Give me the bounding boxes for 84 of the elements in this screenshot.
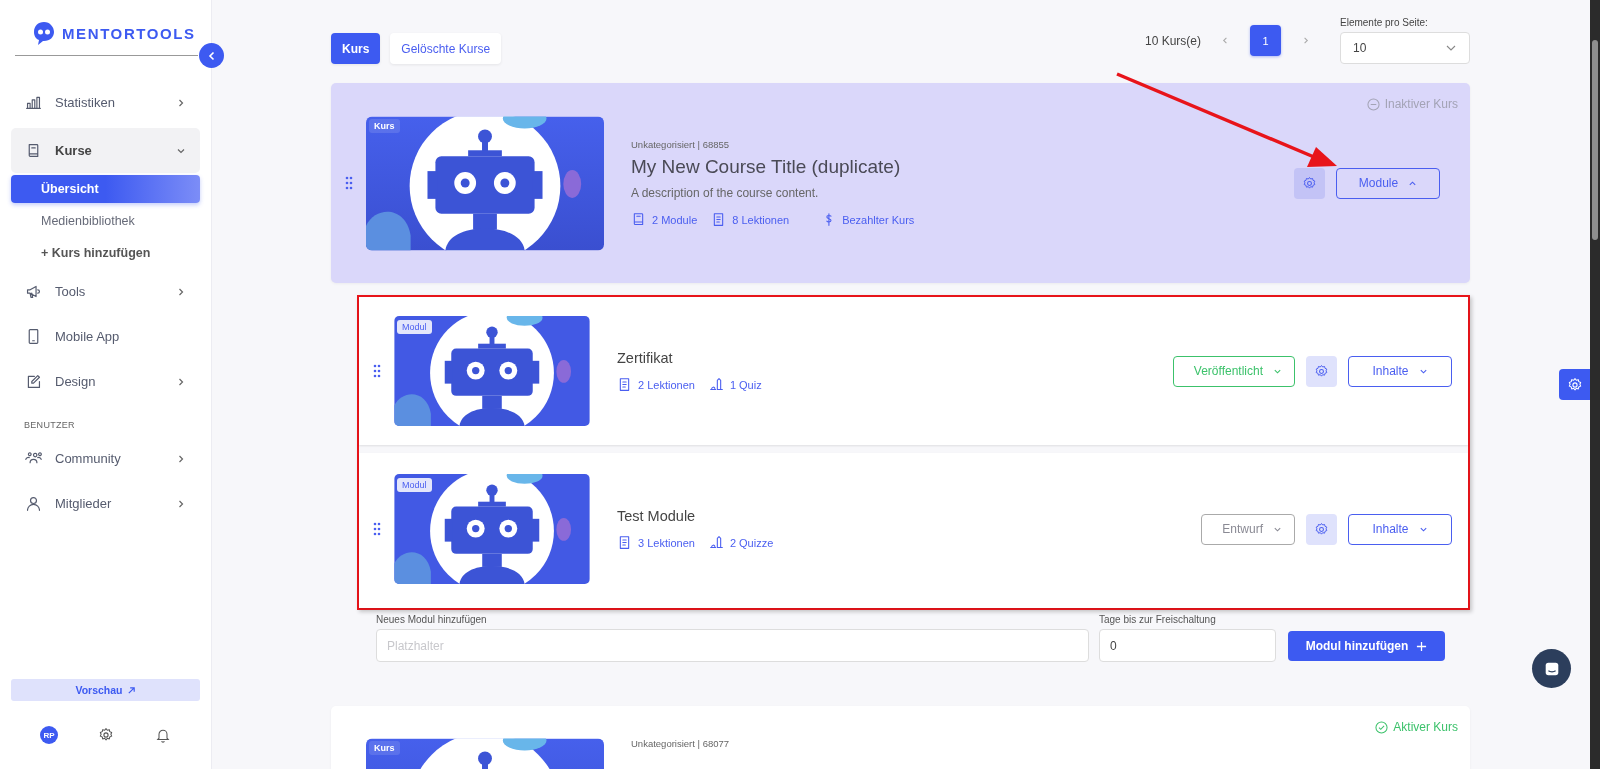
settings-icon: [1566, 376, 1583, 393]
drag-handle-icon[interactable]: [345, 176, 353, 190]
chevron-icon: [176, 498, 186, 509]
per-page-label: Elemente pro Seite:: [1340, 17, 1429, 28]
module-title: Test Module: [617, 508, 697, 524]
nav-icon: [25, 283, 42, 300]
per-page-select[interactable]: 10: [1340, 32, 1470, 64]
course-meta: Unkategorisiert | 68855: [631, 139, 731, 150]
unlock-days-field[interactable]: 0: [1099, 629, 1276, 662]
stat-icon: [708, 377, 724, 392]
stat-label: 1 Quiz: [729, 378, 762, 391]
nav-item[interactable]: Community: [11, 436, 200, 481]
nav-item[interactable]: Kurse: [11, 128, 200, 173]
nav-item[interactable]: Tools: [11, 269, 200, 314]
module-title: Zertifikat: [617, 350, 674, 366]
stat-icon: [617, 377, 632, 392]
chevron-icon: [176, 286, 186, 297]
drag-handle-icon[interactable]: [373, 364, 381, 378]
chevron-left-icon: [206, 50, 217, 61]
course-meta: Unkategorisiert | 68077: [631, 738, 731, 749]
submenu-item[interactable]: + Kurs hinzufügen: [11, 239, 200, 267]
chevron-icon: [1408, 178, 1418, 188]
tab[interactable]: Kurs: [331, 33, 381, 64]
settings-icon: [1314, 521, 1329, 537]
chat-button[interactable]: [1532, 649, 1571, 688]
nav-icon: [25, 373, 42, 390]
contents-dropdown-button[interactable]: Inhalte: [1348, 355, 1452, 387]
course-count: 10 Kurs(e): [1144, 33, 1201, 48]
settings-button[interactable]: [1559, 369, 1590, 400]
stat-label: 3 Lektionen: [638, 536, 695, 549]
plus-icon: [1416, 640, 1428, 652]
stat-icon: [708, 535, 724, 550]
chevron-icon: [176, 453, 186, 464]
settings-button[interactable]: [1294, 167, 1325, 199]
nav-icon: [25, 94, 42, 111]
thumbnail-badge: Kurs: [369, 118, 400, 133]
collapse-sidebar-button[interactable]: [199, 43, 224, 68]
status-icon: [1366, 97, 1380, 111]
preview-button[interactable]: Vorschau: [11, 679, 200, 701]
course-status: Aktiver Kurs: [1375, 720, 1458, 734]
stat-label: 2 Module: [652, 213, 698, 226]
drag-handle-icon[interactable]: [373, 522, 381, 536]
submenu-item[interactable]: Medienbibliothek: [11, 207, 200, 235]
add-module-button[interactable]: Modul hinzufügen: [1288, 631, 1445, 661]
robot-chat-logo-icon: [32, 20, 56, 47]
thumbnail-badge: Modul: [397, 320, 432, 334]
page-button[interactable]: 1: [1250, 25, 1281, 56]
nav-item[interactable]: Mitglieder: [11, 481, 200, 526]
contents-dropdown-button[interactable]: Inhalte: [1348, 513, 1452, 545]
settings-icon[interactable]: [98, 727, 115, 743]
field-label: Neues Modul hinzufügen: [376, 614, 488, 625]
settings-icon: [1314, 363, 1329, 379]
tab[interactable]: Gelöschte Kurse: [390, 33, 502, 64]
thumbnail-badge: Kurs: [369, 741, 400, 755]
chevron-icon: [176, 97, 186, 108]
logo-wordmark: MENTORTOOLS: [62, 25, 196, 42]
stat-icon: [617, 535, 632, 550]
scrollbar[interactable]: [1590, 0, 1600, 769]
stat-label: 2 Quizze: [729, 536, 774, 549]
publish-status-dropdown[interactable]: Entwurf: [1201, 513, 1295, 545]
course-description: A description of the course content.: [631, 186, 820, 200]
user-avatar[interactable]: RP: [40, 726, 59, 744]
course-status: Inaktiver Kurs: [1366, 97, 1458, 111]
notification-bell-icon[interactable]: [154, 727, 171, 743]
settings-button[interactable]: [1306, 355, 1337, 387]
nav-item[interactable]: Mobile App: [11, 314, 200, 359]
stat-label: 8 Lektionen: [732, 213, 790, 226]
settings-button[interactable]: [1306, 513, 1337, 545]
external-arrow-icon: [126, 685, 136, 695]
submenu-item[interactable]: Übersicht: [11, 175, 200, 203]
modules-toggle-button[interactable]: Module: [1336, 167, 1440, 199]
stat-label: 2 Lektionen: [638, 378, 695, 391]
nav-item[interactable]: Design: [11, 359, 200, 404]
status-icon: [1375, 720, 1389, 734]
course-title: My New Course Title (duplicate): [631, 156, 902, 178]
thumbnail-badge: Modul: [397, 478, 432, 492]
stat-icon: [631, 212, 646, 227]
field-label: Tage bis zur Freischaltung: [1099, 614, 1217, 625]
nav-item[interactable]: Statistiken: [11, 80, 200, 125]
stat-label: Bezahlter Kurs: [842, 213, 915, 226]
nav-icon: [25, 495, 42, 512]
chevron-icon: [176, 376, 186, 387]
settings-icon: [1302, 175, 1317, 191]
section-heading: BENUTZER: [23, 419, 76, 432]
